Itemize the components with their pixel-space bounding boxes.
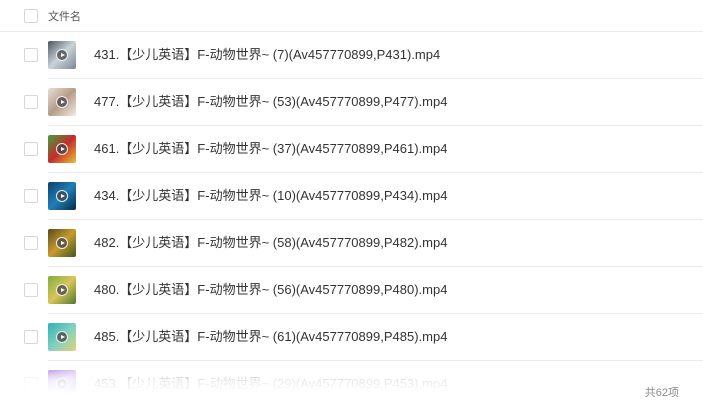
file-row[interactable]: 453.【少儿英语】F-动物世界~ (29)(Av457770899,P453)… <box>0 361 703 408</box>
play-icon <box>56 237 68 249</box>
play-icon <box>56 190 68 202</box>
video-thumbnail[interactable] <box>48 229 76 257</box>
file-row[interactable]: 461.【少儿英语】F-动物世界~ (37)(Av457770899,P461)… <box>0 126 703 173</box>
select-all-checkbox[interactable] <box>24 9 38 23</box>
row-checkbox[interactable] <box>24 377 38 391</box>
file-row[interactable]: 434.【少儿英语】F-动物世界~ (10)(Av457770899,P434)… <box>0 173 703 220</box>
file-row[interactable]: 480.【少儿英语】F-动物世界~ (56)(Av457770899,P480)… <box>0 267 703 314</box>
video-thumbnail[interactable] <box>48 182 76 210</box>
item-count: 共62项 <box>644 387 679 399</box>
file-name[interactable]: 482.【少儿英语】F-动物世界~ (58)(Av457770899,P482)… <box>94 235 447 251</box>
video-thumbnail[interactable] <box>48 41 76 69</box>
video-thumbnail[interactable] <box>48 135 76 163</box>
file-name[interactable]: 485.【少儿英语】F-动物世界~ (61)(Av457770899,P485)… <box>94 329 447 345</box>
play-icon <box>56 378 68 390</box>
video-thumbnail[interactable] <box>48 323 76 351</box>
row-checkbox[interactable] <box>24 48 38 62</box>
row-checkbox[interactable] <box>24 142 38 156</box>
row-checkbox[interactable] <box>24 330 38 344</box>
file-name[interactable]: 453.【少儿英语】F-动物世界~ (29)(Av457770899,P453)… <box>94 376 447 392</box>
video-thumbnail[interactable] <box>48 370 76 398</box>
filename-column-header[interactable]: 文件名 <box>48 10 81 24</box>
file-row[interactable]: 431.【少儿英语】F-动物世界~ (7)(Av457770899,P431).… <box>0 32 703 79</box>
file-row[interactable]: 482.【少儿英语】F-动物世界~ (58)(Av457770899,P482)… <box>0 220 703 267</box>
file-row[interactable]: 477.【少儿英语】F-动物世界~ (53)(Av457770899,P477)… <box>0 79 703 126</box>
play-icon <box>56 49 68 61</box>
file-name[interactable]: 480.【少儿英语】F-动物世界~ (56)(Av457770899,P480)… <box>94 282 447 298</box>
video-thumbnail[interactable] <box>48 276 76 304</box>
video-thumbnail[interactable] <box>48 88 76 116</box>
play-icon <box>56 284 68 296</box>
file-name[interactable]: 477.【少儿英语】F-动物世界~ (53)(Av457770899,P477)… <box>94 94 447 110</box>
file-list: 文件名 431.【少儿英语】F-动物世界~ (7)(Av457770899,P4… <box>0 0 703 416</box>
file-rows: 431.【少儿英语】F-动物世界~ (7)(Av457770899,P431).… <box>0 32 703 408</box>
row-checkbox[interactable] <box>24 236 38 250</box>
file-name[interactable]: 431.【少儿英语】F-动物世界~ (7)(Av457770899,P431).… <box>94 47 440 63</box>
file-name[interactable]: 461.【少儿英语】F-动物世界~ (37)(Av457770899,P461)… <box>94 141 447 157</box>
play-icon <box>56 96 68 108</box>
play-icon <box>56 331 68 343</box>
row-checkbox[interactable] <box>24 95 38 109</box>
row-checkbox[interactable] <box>24 189 38 203</box>
row-checkbox[interactable] <box>24 283 38 297</box>
file-name[interactable]: 434.【少儿英语】F-动物世界~ (10)(Av457770899,P434)… <box>94 188 447 204</box>
file-row[interactable]: 485.【少儿英语】F-动物世界~ (61)(Av457770899,P485)… <box>0 314 703 361</box>
play-icon <box>56 143 68 155</box>
list-header: 文件名 <box>0 0 703 32</box>
